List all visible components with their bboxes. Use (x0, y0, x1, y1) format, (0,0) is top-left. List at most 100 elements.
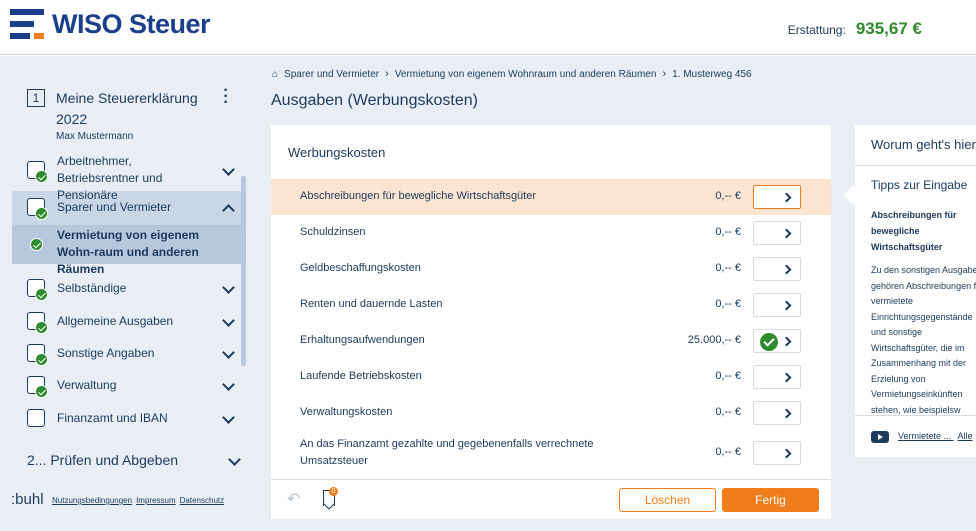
sidebar-item-label: Sonstige Angaben (57, 346, 155, 360)
open-row-button[interactable] (753, 401, 801, 425)
row-label: Geldbeschaffungskosten (300, 262, 421, 274)
clipboard-icon (27, 344, 48, 366)
page-title: Ausgaben (Werbungskosten) (271, 92, 478, 109)
row-value: 0,-- € (715, 298, 741, 310)
sidebar-item-vermietung[interactable]: Vermietung von eigenem Wohn-raum und and… (12, 225, 241, 276)
terms-link[interactable]: Nutzungsbedingungen (52, 496, 132, 505)
refund-label: Erstattung: (787, 23, 846, 37)
check-icon (27, 235, 47, 255)
tips-header[interactable]: Worum geht's hier (871, 137, 976, 152)
sidebar-item-label: Selbständige (57, 281, 127, 295)
imprint-link[interactable]: Impressum (136, 496, 176, 505)
row-label: Renten und dauernde Lasten (300, 298, 443, 310)
wiso-logo[interactable]: WISO Steuer (10, 8, 211, 39)
list-item[interactable]: Abschreibungen für bewegliche Wirtschaft… (271, 179, 831, 215)
chevron-right-icon (781, 228, 792, 239)
sidebar-item-selbstaendige[interactable]: Selbständige (12, 278, 241, 301)
sidebar-item-finanzamt[interactable]: Finanzamt und IBAN (12, 408, 241, 430)
video-link[interactable]: Vermietete ... Alle (898, 431, 973, 441)
tips-subheader: Tipps zur Eingabe (871, 178, 968, 192)
kebab-menu-icon[interactable]: · · · (223, 83, 229, 111)
breadcrumb-item[interactable]: Sparer und Vermieter (284, 69, 379, 80)
self-employed-icon (27, 279, 48, 301)
row-value: 25.000,-- € (687, 334, 741, 346)
chevron-right-icon (781, 448, 792, 459)
open-row-button[interactable] (753, 365, 801, 389)
list-item[interactable]: Renten und dauernde Lasten 0,-- € (271, 287, 831, 323)
list-item[interactable]: Geldbeschaffungskosten 0,-- € (271, 251, 831, 287)
delete-button[interactable]: Löschen (619, 488, 716, 512)
sidebar-item-arbeitnehmer[interactable]: Arbeitnehmer, Betriebsrentner und Pensio… (12, 152, 241, 202)
chevron-right-icon: › (385, 68, 389, 80)
done-button[interactable]: Fertig (722, 488, 819, 512)
chevron-right-icon: › (662, 68, 667, 80)
sidebar-item-sparer[interactable]: Sparer und Vermieter (12, 197, 241, 220)
chevron-right-icon (781, 264, 792, 275)
list-item[interactable]: Schuldzinsen 0,-- € (271, 215, 831, 251)
chevron-down-icon (223, 165, 233, 175)
list-item[interactable]: Erhaltungsaufwendungen 25.000,-- € (271, 323, 831, 359)
chevron-down-icon (223, 413, 233, 423)
check-icon (760, 333, 778, 351)
tax-return-title: Meine Steuererklärung 2022 (56, 90, 198, 127)
buhl-logo: :buhl (11, 491, 44, 508)
row-label: Laufende Betriebskosten (300, 370, 422, 382)
breadcrumb-item[interactable]: Vermietung von eigenem Wohnraum und ande… (395, 69, 657, 80)
savings-icon: ⌂ (272, 68, 279, 80)
top-bar: WISO Steuer Erstattung: 935,67 € (0, 0, 976, 55)
sidebar-scrollbar[interactable] (241, 176, 246, 366)
chevron-right-icon (781, 300, 792, 311)
tips-video-bar: Vermietete ... Alle (855, 415, 976, 457)
open-row-button[interactable] (753, 293, 801, 317)
row-value: 0,-- € (715, 262, 741, 274)
step-number: 1 (27, 89, 45, 107)
row-value: 0,-- € (715, 406, 741, 418)
chevron-down-icon[interactable] (229, 455, 239, 465)
panel-footer: ↶ 0 Löschen Fertig (271, 479, 831, 519)
sidebar-item-label: Vermietung von eigenem Wohn-raum und and… (57, 228, 200, 276)
open-row-button[interactable] (753, 221, 801, 245)
list-item[interactable]: Laufende Betriebskosten 0,-- € (271, 359, 831, 395)
breadcrumb: ⌂ Sparer und Vermieter › Vermietung von … (272, 68, 752, 80)
sidebar: 1 Meine Steuererklärung 2022 Max Musterm… (0, 56, 250, 531)
open-row-button[interactable] (753, 441, 801, 465)
step-pruefen-abgeben[interactable]: 2... Prüfen und Abgeben (27, 452, 178, 468)
main-content: ⌂ Sparer und Vermieter › Vermietung von … (250, 56, 976, 531)
sidebar-item-label: Verwaltung (57, 378, 117, 392)
sidebar-item-verwaltung[interactable]: Verwaltung (12, 375, 241, 398)
chevron-right-icon (781, 336, 792, 347)
documents-icon (27, 376, 48, 398)
sidebar-item-label: Finanzamt und IBAN (57, 411, 168, 425)
list-item[interactable]: Verwaltungskosten 0,-- € (271, 395, 831, 431)
employee-icon (27, 161, 48, 183)
wiso-logo-icon (10, 9, 44, 39)
tips-topic: Abschreibungen für bewegliche Wirtschaft… (871, 210, 957, 252)
chevron-right-icon (781, 408, 792, 419)
savings-icon (27, 198, 48, 220)
list-item[interactable]: An das Finanzamt gezahlte und gegebenenf… (271, 431, 831, 475)
breadcrumb-item[interactable]: 1. Musterweg 456 (672, 69, 752, 80)
all-videos-link[interactable]: Alle (958, 431, 973, 441)
video-play-icon[interactable] (871, 431, 889, 443)
sidebar-item-sonstige-angaben[interactable]: Sonstige Angaben (12, 343, 241, 366)
chevron-right-icon (781, 192, 792, 203)
row-label: Schuldzinsen (300, 226, 366, 238)
sidebar-item-label: Allgemeine Ausgaben (57, 314, 174, 328)
brand-name: WISO Steuer (52, 8, 211, 39)
row-label: Verwaltungskosten (300, 406, 393, 418)
open-row-button[interactable] (753, 185, 801, 209)
privacy-link[interactable]: Datenschutz (180, 496, 224, 505)
video-link-label[interactable]: Vermietete ... (898, 431, 951, 441)
row-value: 0,-- € (715, 190, 741, 202)
row-label: An das Finanzamt gezahlte und gegebenenf… (300, 438, 594, 467)
row-label: Abschreibungen für bewegliche Wirtschaft… (300, 190, 537, 202)
chevron-down-icon (223, 380, 233, 390)
open-row-button[interactable] (753, 257, 801, 281)
open-row-button[interactable] (753, 329, 801, 353)
footer-links: Nutzungsbedingungen Impressum Datenschut… (52, 496, 224, 505)
chevron-right-icon (781, 372, 792, 383)
undo-icon[interactable]: ↶ (287, 492, 307, 508)
sidebar-item-allgemeine-ausgaben[interactable]: Allgemeine Ausgaben (12, 311, 241, 334)
row-label: Erhaltungsaufwendungen (300, 334, 425, 346)
chevron-up-icon (223, 202, 233, 212)
